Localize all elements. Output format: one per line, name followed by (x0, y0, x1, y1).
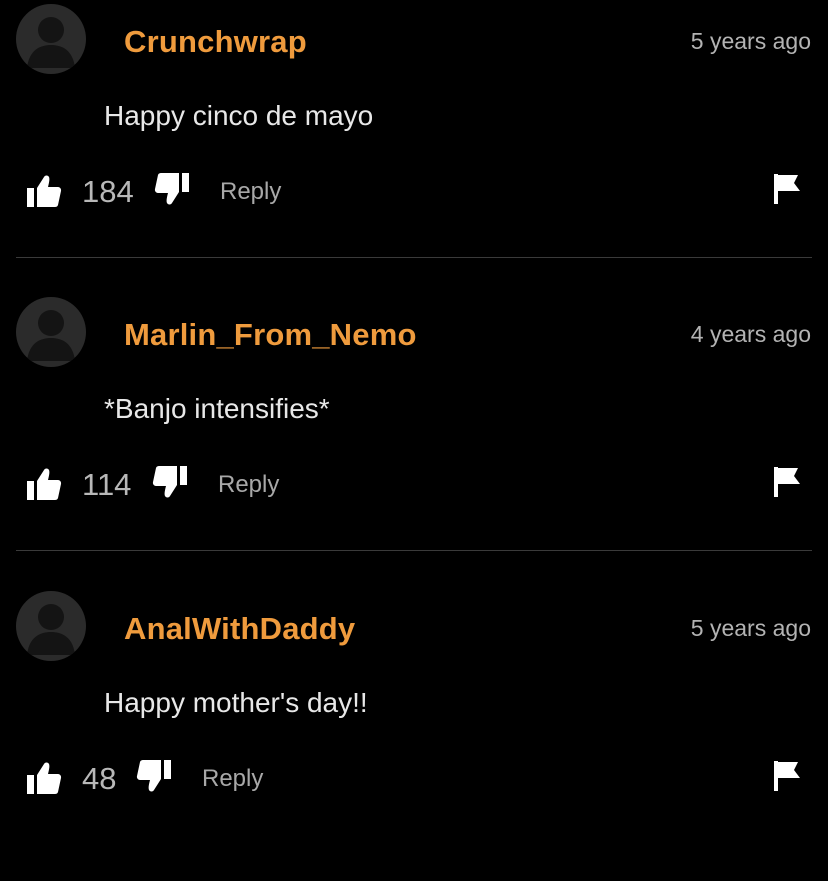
comment-actions: 114 Reply (0, 461, 828, 511)
flag-icon[interactable] (772, 759, 802, 793)
comment-timestamp: 5 years ago (690, 615, 811, 641)
like-count: 114 (82, 467, 132, 502)
comment-text: *Banjo intensifies* (104, 393, 330, 424)
comment-username[interactable]: Crunchwrap (124, 24, 307, 60)
comment-item: Marlin_From_Nemo 4 years ago *Banjo inte… (0, 293, 828, 587)
comment-divider (16, 550, 812, 551)
avatar-icon[interactable] (16, 591, 86, 661)
thumbs-up-icon[interactable] (26, 467, 62, 501)
comment-item: AnalWithDaddy 5 years ago Happy mother's… (0, 587, 828, 881)
comment-timestamp: 5 years ago (690, 28, 811, 54)
comment-actions: 48 Reply (0, 755, 828, 805)
comment-divider (16, 257, 812, 258)
like-count: 184 (82, 174, 134, 209)
flag-icon[interactable] (772, 172, 802, 206)
comment-username[interactable]: Marlin_From_Nemo (124, 317, 417, 353)
thumbs-up-icon[interactable] (26, 761, 62, 795)
reply-button[interactable]: Reply (202, 765, 263, 793)
comment-text: Happy mother's day!! (104, 687, 368, 718)
comment-username[interactable]: AnalWithDaddy (124, 611, 355, 647)
reply-button[interactable]: Reply (220, 178, 281, 206)
thumbs-down-icon[interactable] (136, 759, 172, 793)
reply-button[interactable]: Reply (218, 471, 279, 499)
thumbs-up-icon[interactable] (26, 174, 62, 208)
comment-actions: 184 Reply (0, 168, 828, 218)
avatar-icon[interactable] (16, 4, 86, 74)
thumbs-down-icon[interactable] (154, 172, 190, 206)
comment-timestamp: 4 years ago (690, 321, 811, 347)
thumbs-down-icon[interactable] (152, 465, 188, 499)
flag-icon[interactable] (772, 465, 802, 499)
avatar-icon[interactable] (16, 297, 86, 367)
like-count: 48 (82, 761, 117, 796)
comment-item: Crunchwrap 5 years ago Happy cinco de ma… (0, 0, 828, 294)
comment-text: Happy cinco de mayo (104, 100, 374, 131)
